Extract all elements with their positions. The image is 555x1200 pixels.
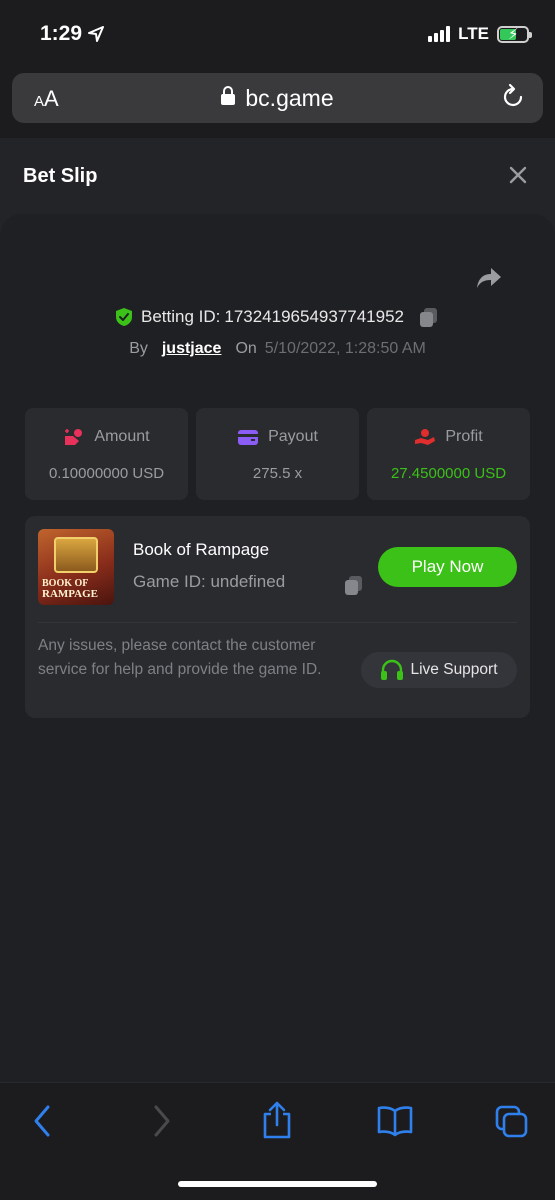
- lock-icon: [221, 86, 236, 105]
- bet-slip-header: Bet Slip: [0, 138, 555, 214]
- headphones-icon: [381, 659, 404, 680]
- play-now-button[interactable]: Play Now: [378, 547, 517, 587]
- thumbnail-line2: RAMPAGE: [42, 588, 99, 600]
- copy-game-id-icon[interactable]: [343, 574, 365, 596]
- profit-icon: [415, 429, 436, 445]
- wallet-icon: [238, 430, 259, 445]
- url-display[interactable]: bc.game: [12, 85, 543, 112]
- bet-meta-row: By justjace On 5/10/2022, 1:28:50 AM: [0, 340, 555, 358]
- divider: [38, 622, 517, 623]
- address-bar[interactable]: AA bc.game: [12, 73, 543, 123]
- share-icon[interactable]: [262, 1101, 292, 1139]
- profit-label: Profit: [445, 428, 483, 445]
- share-arrow-icon[interactable]: [475, 266, 503, 290]
- payout-stat: Payout 275.5 x: [196, 408, 359, 500]
- profit-value: 27.4500000 USD: [390, 465, 507, 482]
- bet-slip-panel: Betting ID: 1732419654937741952 By justj…: [0, 214, 555, 1082]
- time-text: 1:29: [40, 22, 83, 45]
- live-support-button[interactable]: Live Support: [361, 652, 517, 688]
- bet-stats: Amount 0.10000000 USD Payout 275.5 x Pro…: [25, 408, 530, 500]
- status-indicators: LTE ⚡: [428, 24, 532, 44]
- payout-value: 275.5 x: [252, 465, 303, 482]
- bookmarks-icon[interactable]: [376, 1105, 414, 1137]
- tabs-icon[interactable]: [495, 1105, 529, 1139]
- bet-details: Betting ID: 1732419654937741952 By justj…: [0, 214, 555, 1082]
- status-time: 1:29: [40, 22, 105, 46]
- bet-date: 5/10/2022, 1:28:50 AM: [264, 340, 426, 357]
- amount-icon: [65, 429, 83, 445]
- back-icon[interactable]: [30, 1103, 54, 1139]
- signal-icon: [428, 26, 451, 42]
- url-text: bc.game: [245, 85, 334, 111]
- home-indicator: [178, 1181, 377, 1187]
- reload-icon[interactable]: [499, 83, 527, 111]
- battery-icon: ⚡: [497, 25, 532, 43]
- amount-stat: Amount 0.10000000 USD: [25, 408, 188, 500]
- username-link[interactable]: justjace: [162, 340, 222, 358]
- copy-icon[interactable]: [418, 306, 440, 328]
- support-info-text: Any issues, please contact the customer …: [38, 637, 322, 678]
- on-label: On: [235, 340, 257, 357]
- forward-icon[interactable]: [150, 1103, 174, 1139]
- payout-label: Payout: [268, 428, 318, 445]
- live-support-label: Live Support: [410, 661, 498, 678]
- betting-id-row: Betting ID: 1732419654937741952: [0, 306, 555, 328]
- game-name: Book of Rampage: [133, 540, 270, 559]
- close-icon[interactable]: [509, 166, 527, 184]
- status-bar: 1:29 LTE ⚡: [0, 0, 555, 70]
- amount-label: Amount: [94, 428, 150, 445]
- betting-id-label: Betting ID:: [140, 307, 221, 326]
- game-thumbnail[interactable]: BOOK OF RAMPAGE: [38, 529, 114, 605]
- thumbnail-text: BOOK OF RAMPAGE: [42, 579, 110, 600]
- by-label: By: [129, 340, 148, 357]
- shield-check-icon: [115, 308, 132, 326]
- location-arrow-icon: [88, 26, 105, 42]
- game-card: BOOK OF RAMPAGE Book of Rampage Game ID:…: [25, 516, 530, 718]
- page-title: Bet Slip: [23, 165, 98, 187]
- network-label: LTE: [458, 24, 489, 43]
- game-id: Game ID: undefined: [133, 572, 286, 591]
- browser-address-area: AA bc.game: [0, 70, 555, 138]
- amount-value: 0.10000000 USD: [48, 465, 165, 482]
- betting-id-value: 1732419654937741952: [224, 307, 404, 326]
- profit-stat: Profit 27.4500000 USD: [367, 408, 530, 500]
- book-icon: [54, 537, 98, 573]
